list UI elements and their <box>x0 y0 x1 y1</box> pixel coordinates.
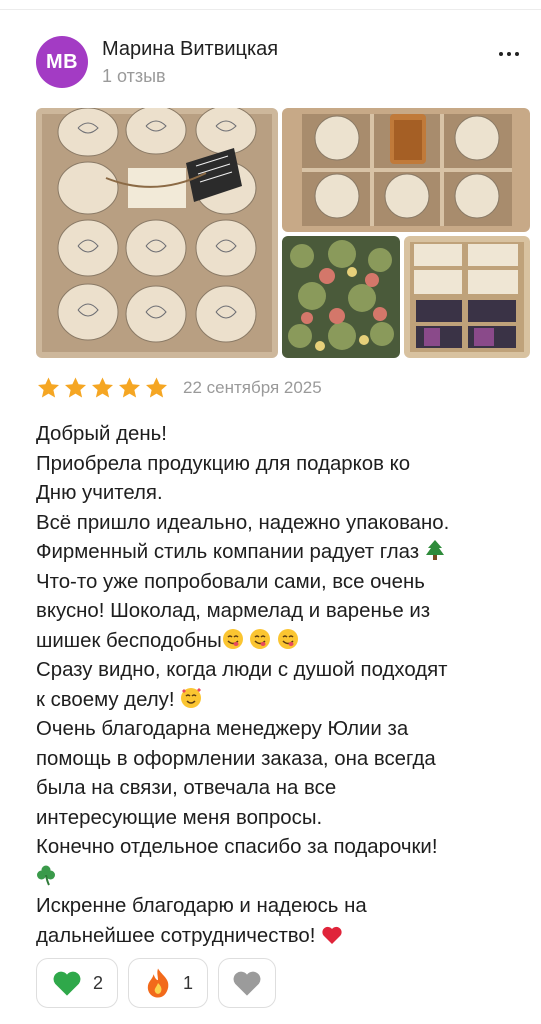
yum-face-icon <box>278 628 299 649</box>
jar-box-photo <box>36 108 278 358</box>
star-icon <box>92 377 113 398</box>
review-line: Что-то уже попробовали сами, все очень <box>36 570 425 593</box>
star-icon <box>65 377 86 398</box>
review-line: дальнейшее сотрудничество! <box>36 924 316 947</box>
fire-icon <box>147 968 169 998</box>
yum-face-icon <box>250 628 271 649</box>
review-line-with-emoji: Фирменный стиль компании радует глаз <box>36 538 526 568</box>
star-icon <box>119 377 140 398</box>
top-divider <box>0 0 541 10</box>
review-line: шишек бесподобны <box>36 629 222 652</box>
star-rating: 22 сентября 2025 <box>36 376 322 400</box>
avatar[interactable]: МВ <box>36 36 88 88</box>
review-line-with-emoji: к своему делу! <box>36 686 526 716</box>
more-options-icon[interactable] <box>494 42 524 66</box>
star-icon <box>38 377 59 398</box>
review-line: Приобрела продукцию для подарков ко <box>36 452 411 475</box>
reaction-count: 2 <box>93 972 104 993</box>
review-date: 22 сентября 2025 <box>183 378 322 397</box>
reaction-fire-button[interactable]: 1 <box>128 958 209 1008</box>
chocolates-photo <box>404 236 530 358</box>
review-line: интересующие меня вопросы. <box>36 806 323 829</box>
green-heart-icon <box>53 971 81 996</box>
review-photo-1[interactable] <box>36 108 278 358</box>
review-line: Очень благодарна менеджеру Юлии за <box>36 718 409 740</box>
reviews-count: 1 отзыв <box>102 66 166 86</box>
candies-photo <box>282 236 400 358</box>
reaction-count: 1 <box>183 972 194 993</box>
review-line: Всё пришло идеально, надежно упаковано. <box>36 511 450 534</box>
reaction-grey-heart-button[interactable] <box>218 958 277 1008</box>
review-text: Добрый день! Приобрела продукцию для под… <box>36 420 526 951</box>
review-line-with-emoji: дальнейшее сотрудничество! <box>36 922 526 952</box>
review-line: была на связи, отвечала на все <box>36 777 337 799</box>
review-line: Добрый день! <box>36 423 167 445</box>
review-line: Дню учителя. <box>36 482 163 504</box>
grey-heart-icon <box>233 971 261 996</box>
review-line: Фирменный стиль компании радует глаз <box>36 541 420 563</box>
review-line: Сразу видно, когда люди с душой подходят <box>36 659 448 681</box>
review-header: МВ Марина Витвицкая 1 отзыв <box>36 34 526 90</box>
shamrock-icon <box>37 865 55 885</box>
review-line-with-emoji: шишек бесподобны <box>36 627 526 657</box>
smiling-hearts-face-icon <box>181 687 202 708</box>
reaction-green-heart-button[interactable]: 2 <box>36 958 119 1008</box>
author-name[interactable]: Марина Витвицкая <box>102 38 278 61</box>
review-line: к своему делу! <box>36 688 175 711</box>
yum-face-icon <box>222 628 243 649</box>
star-icon <box>146 377 167 398</box>
review-photo-2[interactable] <box>282 108 530 232</box>
christmas-tree-icon <box>425 540 444 560</box>
photo-gallery <box>36 108 530 358</box>
review-line-with-emoji <box>36 863 526 893</box>
review-line: помощь в оформлении заказа, она всегда <box>36 747 436 770</box>
red-heart-icon <box>322 926 342 944</box>
carton-photo <box>282 108 530 232</box>
review-photo-4[interactable] <box>404 236 530 358</box>
review-line: Искренне благодарю и надеюсь на <box>36 895 367 917</box>
review-photo-3[interactable] <box>282 236 400 358</box>
review-line: Конечно отдельное спасибо за подарочки! <box>36 836 438 858</box>
review-line: вкусно! Шоколад, мармелад и варенье из <box>36 600 431 622</box>
reactions-bar: 2 1 <box>36 958 277 1008</box>
